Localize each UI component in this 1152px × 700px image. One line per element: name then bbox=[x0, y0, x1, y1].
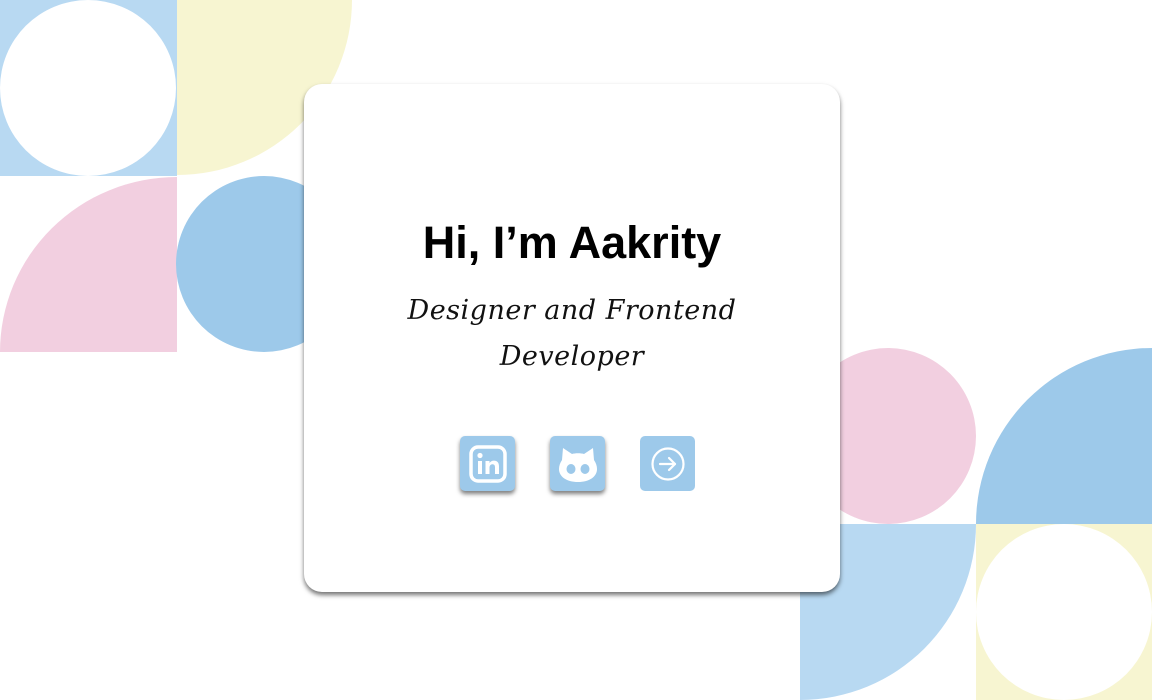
arrow-right-circle-icon bbox=[650, 446, 685, 481]
github-cat-icon bbox=[558, 447, 597, 482]
next-button[interactable] bbox=[640, 436, 695, 491]
landing-page: Hi, I’m Aakrity Designer and Frontend De… bbox=[0, 0, 1152, 700]
linkedin-icon bbox=[468, 444, 507, 483]
bg-pink-quarter bbox=[0, 177, 177, 352]
subtitle: Designer and Frontend Developer bbox=[407, 295, 737, 372]
headline: Hi, I’m Aakrity bbox=[422, 217, 722, 268]
github-button[interactable] bbox=[550, 436, 605, 491]
bg-white-circle bbox=[0, 0, 176, 176]
intro-card: Hi, I’m Aakrity Designer and Frontend De… bbox=[304, 84, 840, 592]
linkedin-button[interactable] bbox=[460, 436, 515, 491]
bg-white-circle-2 bbox=[976, 524, 1152, 700]
bg-blue-quarter bbox=[976, 348, 1152, 524]
